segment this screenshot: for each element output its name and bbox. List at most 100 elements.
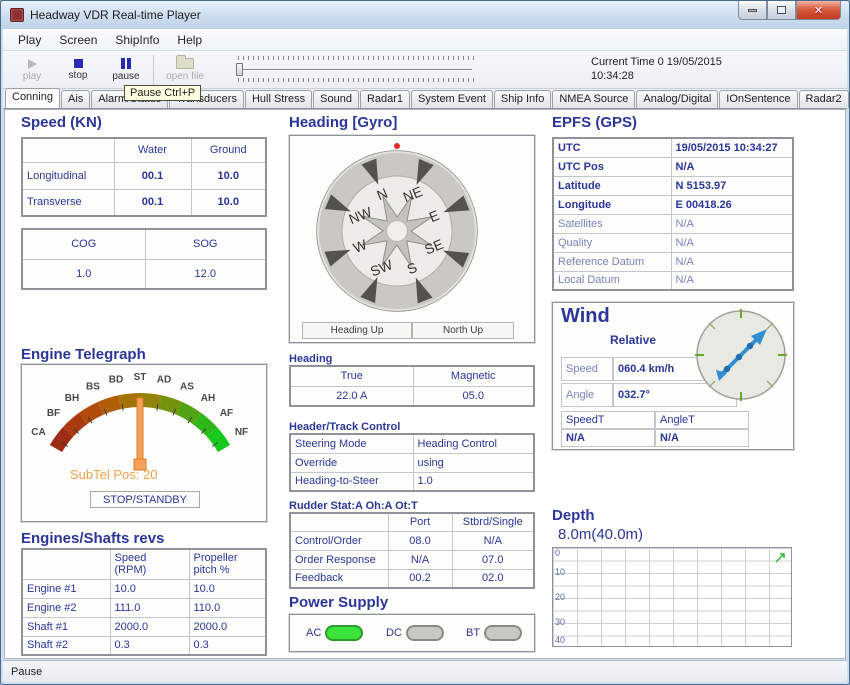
tab-radar2[interactable]: Radar2 bbox=[799, 90, 849, 108]
play-label: play bbox=[23, 71, 41, 82]
engine-row-speed: 0.3 bbox=[110, 636, 189, 655]
conning-page: Speed (KN) Water Ground Longitudinal 00.… bbox=[4, 109, 846, 659]
table-row: Transverse 00.1 10.0 bbox=[22, 189, 266, 216]
maximize-button[interactable] bbox=[767, 1, 796, 20]
svg-text:AD: AD bbox=[157, 375, 171, 386]
tab-radar1[interactable]: Radar1 bbox=[360, 90, 410, 108]
rudder-table: Port Stbrd/Single Control/Order 08.0 N/A… bbox=[289, 512, 535, 589]
timeline-slider-thumb[interactable] bbox=[236, 63, 243, 76]
epfs-row-label: Satellites bbox=[553, 214, 671, 233]
epfs-row-value: N/A bbox=[671, 233, 793, 252]
epfs-row-label: Quality bbox=[553, 233, 671, 252]
pause-button[interactable]: pause bbox=[103, 54, 149, 86]
table-row: UTC 19/05/2015 10:34:27 bbox=[553, 138, 793, 157]
open-file-button[interactable]: open file bbox=[157, 54, 213, 86]
svg-text:BF: BF bbox=[47, 408, 60, 419]
wind-panel: Wind Relative Speed 060.4 km/h Angle 032… bbox=[552, 302, 794, 450]
minimize-button[interactable] bbox=[738, 1, 767, 20]
rudder-row-stbrd: 02.0 bbox=[452, 569, 534, 588]
svg-text:CA: CA bbox=[31, 427, 45, 438]
cog-sog-table: COG SOG 1.0 12.0 bbox=[21, 228, 267, 290]
depth-marker-icon bbox=[774, 552, 786, 564]
speed-row-water: 00.1 bbox=[114, 162, 191, 189]
epfs-row-value: N 5153.97 bbox=[671, 176, 793, 195]
tab-analog-digital[interactable]: Analog/Digital bbox=[636, 90, 718, 108]
sog-value: 12.0 bbox=[145, 259, 266, 289]
wind-subtitle: Relative bbox=[583, 333, 683, 347]
table-row: Override using bbox=[290, 453, 534, 472]
timeline-slider[interactable] bbox=[236, 55, 476, 85]
pause-icon bbox=[121, 58, 131, 69]
heading-marker-dot bbox=[394, 143, 400, 149]
epfs-row-value: 19/05/2015 10:34:27 bbox=[671, 138, 793, 157]
tab-ship-info[interactable]: Ship Info bbox=[494, 90, 551, 108]
epfs-row-value: N/A bbox=[671, 157, 793, 176]
epfs-row-value: N/A bbox=[671, 271, 793, 290]
rudder-row-stbrd: 07.0 bbox=[452, 550, 534, 569]
power-bt-label: BT bbox=[466, 627, 480, 639]
stop-button[interactable]: stop bbox=[55, 54, 101, 86]
table-row: UTC Pos N/A bbox=[553, 157, 793, 176]
engine-telegraph-panel: CA BF BH BS BD ST AD AS AH AF NF bbox=[21, 364, 267, 522]
current-time-clock: 10:34:28 bbox=[591, 69, 722, 83]
tab-sound[interactable]: Sound bbox=[313, 90, 359, 108]
engines-title: Engines/Shafts revs bbox=[21, 530, 164, 547]
minimize-icon bbox=[748, 9, 757, 12]
north-up-button[interactable]: North Up bbox=[412, 322, 514, 339]
wind-angle-label: Angle bbox=[561, 383, 613, 407]
tab-ais[interactable]: Ais bbox=[61, 90, 90, 108]
close-icon: ✕ bbox=[814, 4, 823, 17]
speed-row-ground: 10.0 bbox=[191, 162, 266, 189]
table-row: Satellites N/A bbox=[553, 214, 793, 233]
heading-magnetic-value: 05.0 bbox=[413, 386, 534, 406]
table-row: Engine #2 111.0 110.0 bbox=[22, 598, 266, 617]
svg-text:BH: BH bbox=[65, 393, 79, 404]
wind-dial bbox=[691, 305, 791, 405]
engine-row-pitch: 110.0 bbox=[189, 598, 266, 617]
heading-up-button[interactable]: Heading Up bbox=[302, 322, 412, 339]
speed-col-ground: Ground bbox=[191, 138, 266, 162]
stop-standby-button[interactable]: STOP/STANDBY bbox=[90, 491, 200, 508]
speed-row-water: 00.1 bbox=[114, 189, 191, 216]
speed-row-ground: 10.0 bbox=[191, 189, 266, 216]
engine-row-pitch: 2000.0 bbox=[189, 617, 266, 636]
rudder-col-port: Port bbox=[388, 513, 452, 531]
menu-shipinfo[interactable]: ShipInfo bbox=[106, 30, 168, 50]
subtel-position: SubTel Pos: 20 bbox=[70, 467, 157, 482]
power-supply-panel: AC DC BT bbox=[289, 614, 535, 652]
epfs-row-value: E 00418.26 bbox=[671, 195, 793, 214]
rudder-row-label: Order Response bbox=[290, 550, 388, 569]
menu-play[interactable]: Play bbox=[9, 30, 50, 50]
tab-nmea-source[interactable]: NMEA Source bbox=[552, 90, 635, 108]
play-button[interactable]: play bbox=[9, 54, 55, 86]
timeline-track[interactable] bbox=[240, 69, 472, 71]
table-row: Steering Mode Heading Control bbox=[290, 434, 534, 453]
rudder-row-stbrd: N/A bbox=[452, 531, 534, 550]
tab-conning[interactable]: Conning bbox=[5, 88, 60, 108]
cog-value: 1.0 bbox=[22, 259, 145, 289]
table-row: Control/Order 08.0 N/A bbox=[290, 531, 534, 550]
depth-title: Depth bbox=[552, 507, 595, 524]
menu-screen[interactable]: Screen bbox=[50, 30, 106, 50]
tab-ionsentence[interactable]: IOnSentence bbox=[719, 90, 797, 108]
epfs-row-value: N/A bbox=[671, 214, 793, 233]
heading-true-value: 22.0 A bbox=[290, 386, 413, 406]
tab-system-event[interactable]: System Event bbox=[411, 90, 493, 108]
epfs-title: EPFS (GPS) bbox=[552, 114, 637, 131]
menu-help[interactable]: Help bbox=[168, 30, 211, 50]
svg-text:BD: BD bbox=[109, 375, 123, 386]
track-row-value: Heading Control bbox=[413, 434, 534, 453]
speed-table: Water Ground Longitudinal 00.1 10.0 Tran… bbox=[21, 137, 267, 217]
speed-title: Speed (KN) bbox=[21, 114, 102, 131]
stop-icon bbox=[74, 59, 83, 68]
epfs-row-label: UTC bbox=[553, 138, 671, 157]
tab-hull-stress[interactable]: Hull Stress bbox=[245, 90, 312, 108]
close-button[interactable]: ✕ bbox=[796, 1, 841, 20]
rudder-row-label: Control/Order bbox=[290, 531, 388, 550]
engine-telegraph-title: Engine Telegraph bbox=[21, 346, 146, 363]
epfs-row-label: Longitude bbox=[553, 195, 671, 214]
track-row-value: using bbox=[413, 453, 534, 472]
pause-label: pause bbox=[112, 71, 139, 82]
status-text: Pause bbox=[11, 666, 42, 678]
table-row: Local Datum N/A bbox=[553, 271, 793, 290]
